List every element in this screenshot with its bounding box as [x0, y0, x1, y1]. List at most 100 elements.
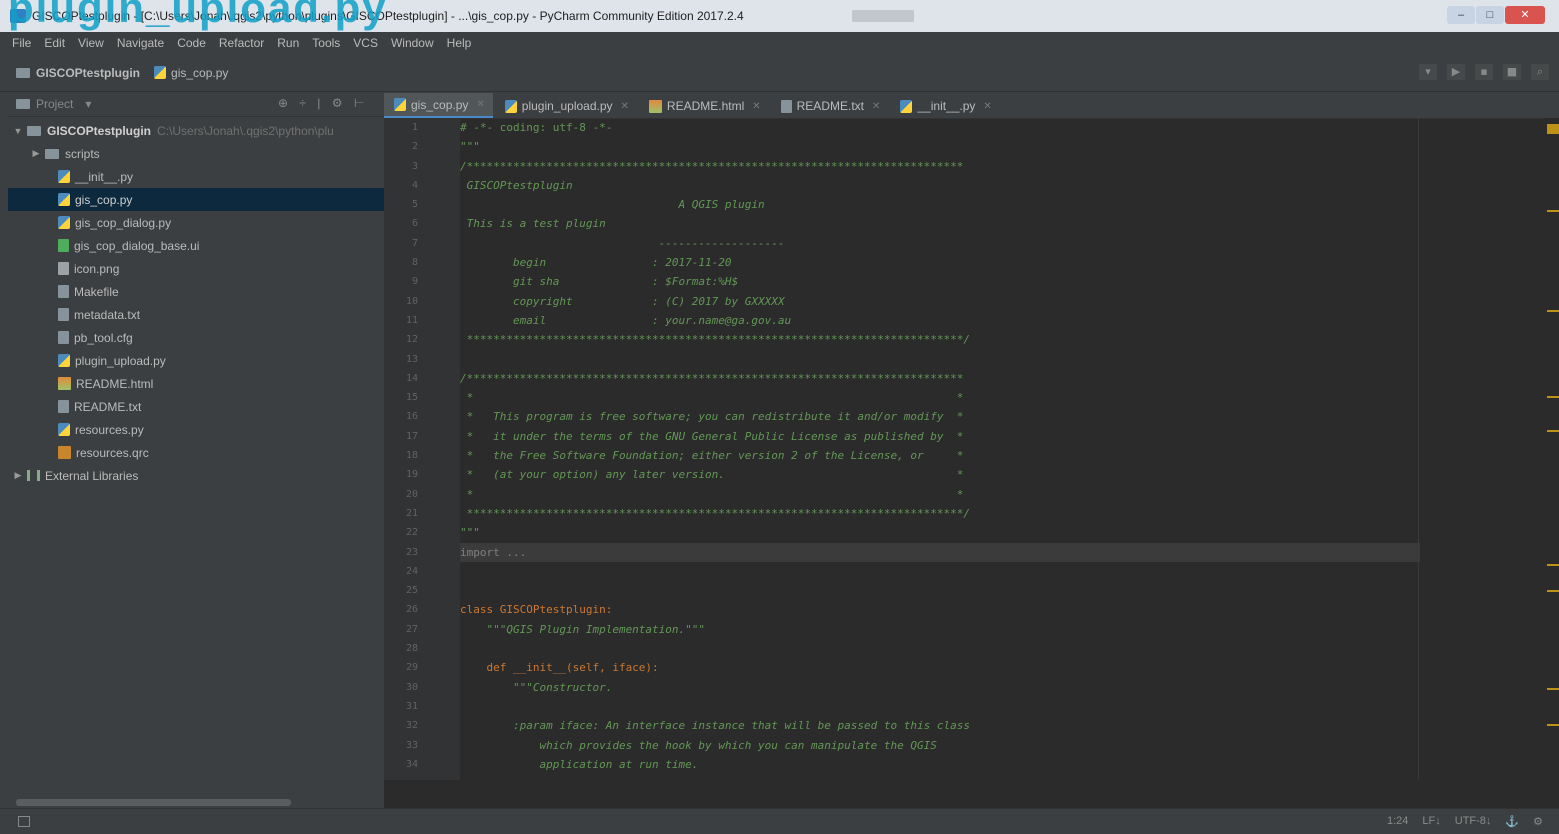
close-tab-icon[interactable]: ✕ [752, 101, 760, 112]
tree-item-label: __init__.py [75, 169, 134, 184]
line-number: 7 [411, 237, 418, 249]
tree-item[interactable]: gis_cop_dialog_base.ui [8, 234, 384, 257]
tree-root[interactable]: ▼ GISCOPtestplugin C:\Users\Jonah\.qgis2… [8, 119, 384, 142]
debug-icon[interactable]: ▪ [1475, 64, 1493, 80]
menu-item-run[interactable]: Run [277, 36, 299, 50]
tab-gis-cop-py[interactable]: gis_cop.py ✕ [384, 93, 493, 118]
expand-arrow-icon[interactable]: ▶ [12, 470, 24, 481]
menu-item-navigate[interactable]: Navigate [117, 36, 164, 50]
close-tab-icon[interactable]: ✕ [476, 99, 484, 110]
line-number: 2 [411, 141, 418, 153]
navigation-bar: GISCOPtestplugin gis_cop.py ▾ ▶ ▪ ■ ⌕ [0, 54, 1559, 92]
breadcrumb-project[interactable]: GISCOPtestplugin [16, 66, 140, 80]
search-icon[interactable]: ⌕ [1531, 64, 1549, 80]
minimize-button[interactable]: – [1447, 6, 1475, 24]
settings-icon[interactable]: ⚙ [1533, 815, 1543, 828]
line-number: 29 [405, 662, 418, 674]
python-file-icon [58, 423, 70, 436]
expand-arrow-icon[interactable]: ▶ [30, 148, 42, 159]
tree-item-external-libraries[interactable]: ▶ External Libraries [8, 464, 384, 487]
code-line: A QGIS plugin [460, 198, 765, 212]
menu-item-help[interactable]: Help [447, 36, 472, 50]
tree-item[interactable]: gis_cop.py [8, 188, 384, 211]
close-tab-icon[interactable]: ✕ [621, 101, 629, 112]
code-line: which provides the hook by which you can… [460, 738, 937, 752]
project-panel-tools[interactable]: ⊕ ÷ | ⚙ ⊢ [278, 96, 368, 110]
run-icon[interactable]: ▶ [1447, 64, 1465, 80]
line-number: 3 [411, 160, 418, 172]
horizontal-scrollbar[interactable] [16, 799, 291, 806]
menu-item-tools[interactable]: Tools [312, 36, 340, 50]
code-line: """ [460, 526, 480, 540]
tab--init-py[interactable]: __init__.py ✕ [890, 94, 999, 118]
warning-marker[interactable] [1547, 210, 1559, 212]
tree-item[interactable]: pb_tool.cfg [8, 326, 384, 349]
code-line: """QGIS Plugin Implementation.""" [460, 622, 706, 636]
tree-item[interactable]: resources.py [8, 418, 384, 441]
tree-item[interactable]: metadata.txt [8, 303, 384, 326]
tree-item[interactable]: resources.qrc [8, 441, 384, 464]
text-file-icon [58, 308, 69, 321]
tree-item-label: README.txt [74, 399, 142, 414]
code-line: copyright : (C) 2017 by GXXXXX [460, 294, 785, 308]
warning-marker[interactable] [1547, 310, 1559, 312]
tree-item[interactable]: ▶ scripts [8, 142, 384, 165]
project-panel-header: Project ▾ ⊕ ÷ | ⚙ ⊢ [8, 92, 384, 117]
right-margin-guide [1418, 118, 1419, 780]
read-only-lock-icon[interactable]: ⚓ [1505, 815, 1519, 828]
caret-position[interactable]: 1:24 [1387, 815, 1408, 828]
menu-item-file[interactable]: File [12, 36, 31, 50]
menu-item-vcs[interactable]: VCS [353, 36, 378, 50]
close-tab-icon[interactable]: ✕ [983, 101, 991, 112]
menu-item-view[interactable]: View [78, 36, 104, 50]
line-number: 20 [405, 488, 418, 500]
resource-file-icon [58, 446, 71, 459]
tool-windows-icon[interactable] [18, 816, 30, 827]
tree-item[interactable]: plugin_upload.py [8, 349, 384, 372]
menu-item-refactor[interactable]: Refactor [219, 36, 264, 50]
tab-readme-html[interactable]: README.html ✕ [639, 94, 769, 118]
warning-marker[interactable] [1547, 724, 1559, 726]
breadcrumb-file[interactable]: gis_cop.py [154, 66, 228, 80]
tree-item[interactable]: gis_cop_dialog.py [8, 211, 384, 234]
code-editor[interactable]: # -*- coding: utf-8 -*- """ /*************… [460, 118, 1420, 780]
tab-readme-txt[interactable]: README.txt ✕ [771, 94, 889, 118]
tree-item[interactable]: README.html [8, 372, 384, 395]
tool-window-strip [0, 92, 8, 808]
line-separator[interactable]: LF↓ [1422, 815, 1440, 828]
tree-item[interactable]: icon.png [8, 257, 384, 280]
project-view-selector[interactable]: Project [36, 97, 73, 111]
html-file-icon [58, 377, 71, 390]
close-tab-icon[interactable]: ✕ [872, 101, 880, 112]
line-number-gutter: 1 2 3 4 5 6 7 8 9 10 11 12 13 14 15 16 17 18 19 20 21 22 23 24 2… [384, 118, 460, 780]
chevron-down-icon[interactable]: ▾ [85, 97, 91, 111]
line-number: 8 [411, 257, 418, 269]
file-encoding[interactable]: UTF-8↓ [1455, 815, 1492, 828]
warning-marker[interactable] [1547, 688, 1559, 690]
code-line: /***************************************… [460, 159, 964, 173]
warning-marker[interactable] [1547, 590, 1559, 592]
tree-item[interactable]: Makefile [8, 280, 384, 303]
run-config-dropdown[interactable]: ▾ [1419, 64, 1437, 80]
tree-item[interactable]: README.txt [8, 395, 384, 418]
menu-bar: File Edit View Navigate Code Refactor Run Tools… [0, 32, 1559, 54]
maximize-button[interactable]: □ [1476, 6, 1504, 24]
menu-item-window[interactable]: Window [391, 36, 434, 50]
code-line: /***************************************… [460, 371, 964, 385]
close-button[interactable]: ✕ [1505, 6, 1545, 24]
menu-item-edit[interactable]: Edit [44, 36, 65, 50]
code-line: def __init__(self, iface): [460, 661, 659, 675]
expand-arrow-icon[interactable]: ▼ [12, 126, 24, 136]
warning-marker[interactable] [1547, 124, 1559, 134]
warning-marker[interactable] [1547, 564, 1559, 566]
tab-plugin-upload-py[interactable]: plugin_upload.py ✕ [495, 94, 637, 118]
error-stripe[interactable] [1545, 118, 1559, 780]
code-line: git sha : $Format:%H$ [460, 275, 739, 289]
warning-marker[interactable] [1547, 396, 1559, 398]
tree-item[interactable]: __init__.py [8, 165, 384, 188]
stop-icon[interactable]: ■ [1503, 64, 1521, 80]
warning-marker[interactable] [1547, 430, 1559, 432]
menu-item-code[interactable]: Code [177, 36, 206, 50]
editor-tabs: gis_cop.py ✕ plugin_upload.py ✕ README.html ✕… [384, 92, 1559, 119]
